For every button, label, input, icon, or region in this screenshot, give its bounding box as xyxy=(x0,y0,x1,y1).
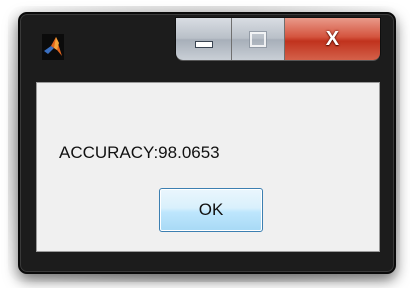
close-button[interactable]: X xyxy=(284,18,380,60)
minimize-button[interactable] xyxy=(176,18,233,60)
maximize-icon xyxy=(249,30,268,48)
matlab-logo-icon[interactable] xyxy=(42,34,64,60)
title-bar[interactable]: X xyxy=(20,14,394,76)
ok-button[interactable]: OK xyxy=(159,188,263,232)
minimize-icon xyxy=(194,40,213,48)
caption-buttons: X xyxy=(176,18,380,60)
message-dialog: X ACCURACY:98.0653 OK xyxy=(18,12,396,274)
dialog-content: ACCURACY:98.0653 OK xyxy=(36,82,380,252)
close-icon: X xyxy=(325,27,340,50)
maximize-button[interactable] xyxy=(232,18,285,60)
message-text: ACCURACY:98.0653 xyxy=(59,143,220,162)
